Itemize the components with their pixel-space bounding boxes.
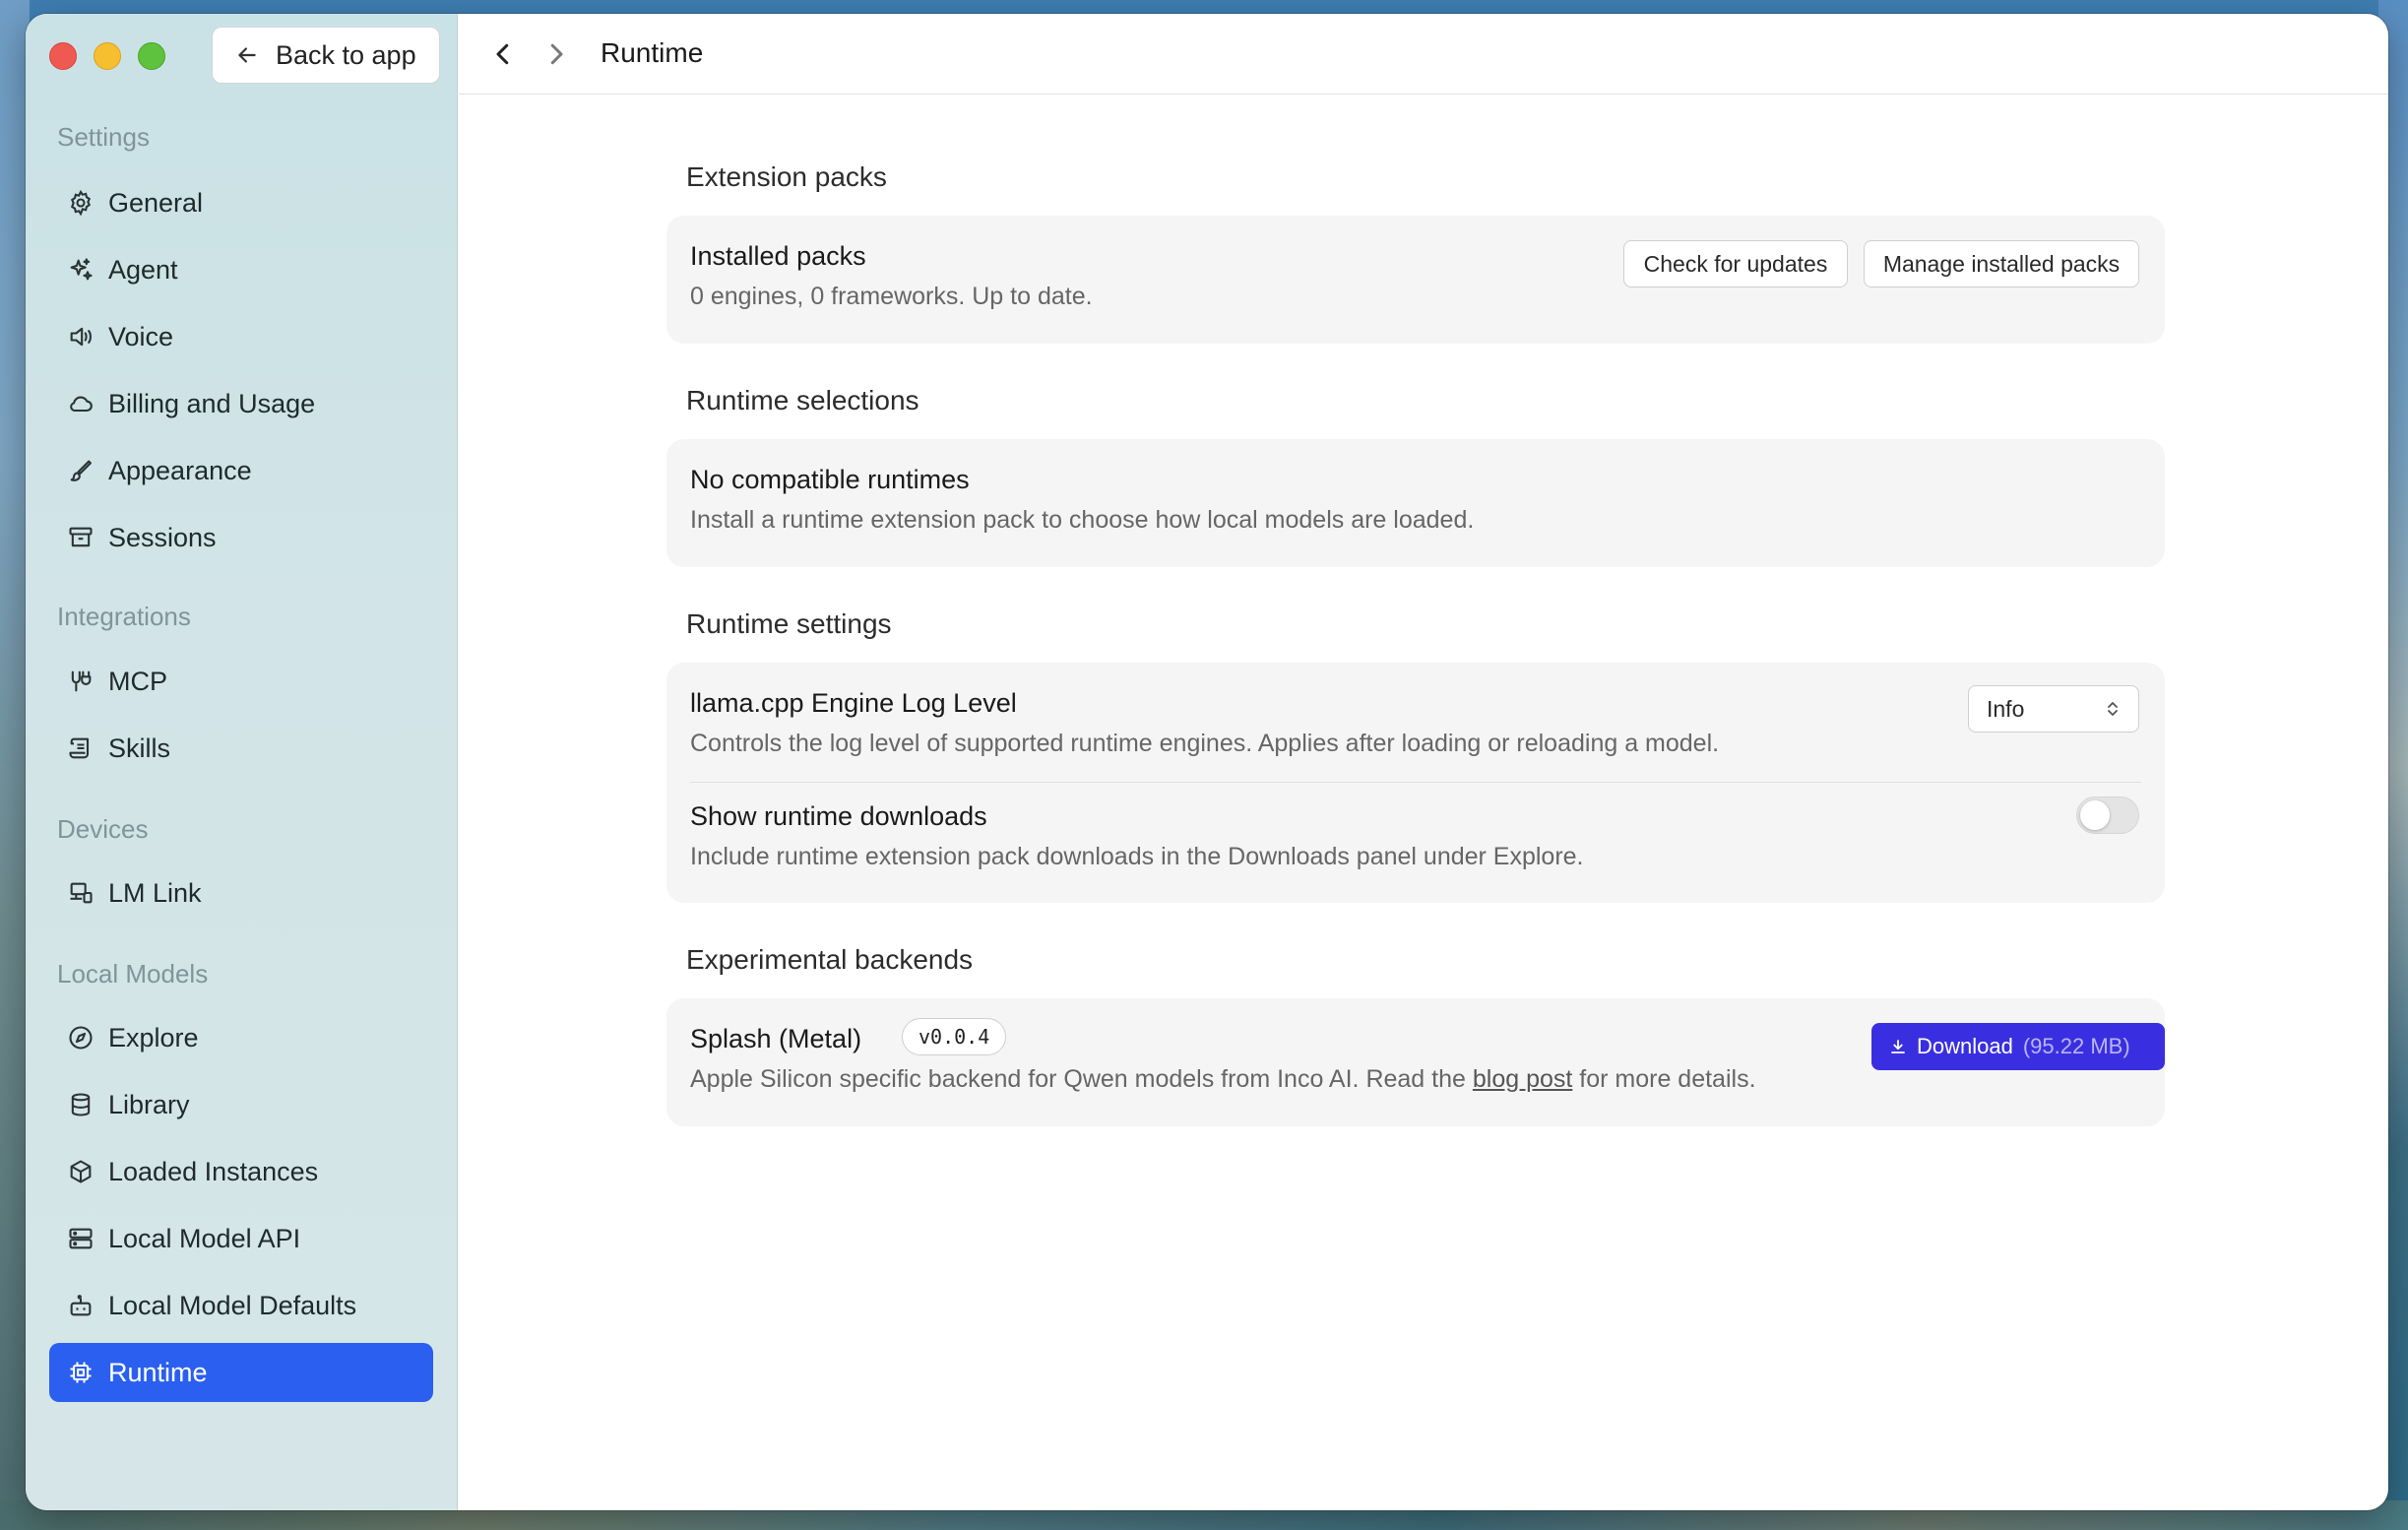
group-label-local-models: Local Models (57, 959, 209, 988)
sidebar-item-label: MCP (108, 666, 167, 696)
group-label-devices: Devices (57, 814, 149, 844)
installed-packs-title: Installed packs (690, 241, 866, 271)
sidebar-item-label: Skills (108, 733, 171, 763)
show-runtime-downloads-title: Show runtime downloads (690, 801, 987, 831)
sidebar-item-billing-and-usage[interactable]: Billing and Usage (49, 374, 433, 433)
sidebar-item-label: Sessions (108, 522, 217, 552)
sidebar: Back to app Settings General Agent Voice… (26, 14, 458, 1510)
sidebar-item-label: Agent (108, 254, 178, 285)
sidebar-item-local-model-defaults[interactable]: Local Model Defaults (49, 1276, 433, 1335)
back-to-app-button[interactable]: Back to app (212, 27, 440, 84)
cloud-icon (70, 396, 93, 413)
experimental-backend-card: Splash (Metal) v0.0.4 Apple Silicon spec… (666, 998, 2165, 1126)
installed-packs-card: Installed packs 0 engines, 0 frameworks.… (666, 216, 2165, 344)
sidebar-item-runtime[interactable]: Runtime (49, 1343, 433, 1402)
toggle-knob (2080, 800, 2110, 830)
show-runtime-downloads-description: Include runtime extension pack downloads… (690, 843, 1584, 870)
server-icon (69, 1228, 93, 1249)
sidebar-item-mcp[interactable]: MCP (49, 652, 433, 711)
minimize-window-button[interactable] (94, 42, 121, 70)
log-level-title: llama.cpp Engine Log Level (690, 688, 1017, 718)
sidebar-item-general[interactable]: General (49, 173, 433, 232)
sidebar-item-label: Runtime (108, 1357, 208, 1387)
sidebar-item-lm-link[interactable]: LM Link (49, 863, 433, 923)
no-compatible-runtimes-description: Install a runtime extension pack to choo… (690, 506, 1475, 534)
settings-window: Back to app Settings General Agent Voice… (26, 14, 2388, 1510)
scroll-icon (69, 737, 90, 759)
backend-description-text-end: for more details. (1572, 1065, 1756, 1093)
installed-packs-description: 0 engines, 0 frameworks. Up to date. (690, 283, 1093, 310)
download-icon (1891, 1040, 1905, 1053)
page-title: Runtime (601, 37, 704, 68)
sidebar-item-label: Voice (108, 321, 174, 351)
sidebar-item-appearance[interactable]: Appearance (49, 441, 433, 500)
devices-link-icon (70, 882, 93, 904)
runtime-selections-card: No compatible runtimes Install a runtime… (666, 439, 2165, 567)
chevron-right-icon[interactable] (541, 39, 571, 69)
sidebar-item-label: Local Model API (108, 1223, 301, 1253)
sidebar-item-local-model-api[interactable]: Local Model API (49, 1209, 433, 1268)
sidebar-item-label: Library (108, 1089, 190, 1119)
no-compatible-runtimes-title: No compatible runtimes (690, 465, 970, 494)
sidebar-item-label: Billing and Usage (108, 388, 316, 418)
check-for-updates-button[interactable]: Check for updates (1623, 240, 1848, 287)
chevron-up-down-icon (2108, 702, 2118, 716)
robot-icon (70, 1295, 92, 1316)
compass-icon (69, 1026, 93, 1050)
zoom-window-button[interactable] (138, 42, 165, 70)
download-button[interactable]: Download (95.22 MB) (1871, 1023, 2165, 1070)
sidebar-item-label: Appearance (108, 455, 252, 485)
show-runtime-downloads-toggle[interactable] (2076, 797, 2139, 834)
sparkles-icon (70, 258, 93, 281)
plug-icon (71, 670, 92, 692)
download-label: Download (1917, 1034, 2013, 1058)
sidebar-item-label: General (108, 187, 204, 218)
runtime-settings-card: llama.cpp Engine Log Level Controls the … (666, 663, 2165, 903)
database-icon (71, 1093, 91, 1116)
log-level-description: Controls the log level of supported runt… (690, 730, 1720, 757)
close-window-button[interactable] (49, 42, 77, 70)
sidebar-item-label: LM Link (108, 877, 202, 908)
speaker-icon (70, 327, 92, 347)
blog-post-link[interactable]: blog post (1473, 1065, 1572, 1093)
chip-icon (70, 1362, 92, 1383)
log-level-select[interactable]: Info (1968, 685, 2139, 733)
cube-icon (70, 1160, 92, 1183)
settings-divider (690, 782, 2141, 783)
sidebar-item-loaded-instances[interactable]: Loaded Instances (49, 1142, 433, 1201)
section-title-experimental-backends: Experimental backends (686, 944, 974, 975)
sidebar-item-label: Loaded Instances (108, 1156, 319, 1186)
back-to-app-label: Back to app (276, 39, 416, 70)
version-badge: v0.0.4 (902, 1018, 1007, 1055)
backend-description-text: Apple Silicon specific backend for Qwen … (690, 1065, 1473, 1093)
section-title-runtime-settings: Runtime settings (686, 608, 892, 639)
section-title-extension-packs: Extension packs (686, 161, 887, 192)
section-title-runtime-selections: Runtime selections (686, 385, 919, 415)
group-label-integrations: Integrations (57, 602, 191, 631)
group-label-settings: Settings (57, 122, 150, 152)
log-level-value: Info (1987, 695, 2025, 722)
sidebar-item-library[interactable]: Library (49, 1075, 433, 1134)
chevron-left-icon[interactable] (488, 39, 518, 69)
sidebar-item-label: Explore (108, 1022, 199, 1052)
gear-icon (70, 189, 92, 217)
sidebar-item-skills[interactable]: Skills (49, 719, 433, 778)
sidebar-item-explore[interactable]: Explore (49, 1008, 433, 1067)
backend-name: Splash (Metal) (690, 1024, 862, 1053)
archive-icon (69, 527, 93, 547)
sidebar-item-label: Local Model Defaults (108, 1290, 357, 1320)
sidebar-item-sessions[interactable]: Sessions (49, 508, 433, 567)
manage-installed-packs-button[interactable]: Manage installed packs (1864, 240, 2139, 287)
brush-icon (70, 460, 92, 481)
download-size: (95.22 MB) (2022, 1034, 2130, 1058)
backend-description: Apple Silicon specific backend for Qwen … (690, 1065, 1756, 1094)
top-bar: Runtime (459, 14, 2388, 95)
sidebar-item-voice[interactable]: Voice (49, 307, 433, 366)
sidebar-item-agent[interactable]: Agent (49, 240, 433, 299)
arrow-left-icon (238, 47, 256, 63)
